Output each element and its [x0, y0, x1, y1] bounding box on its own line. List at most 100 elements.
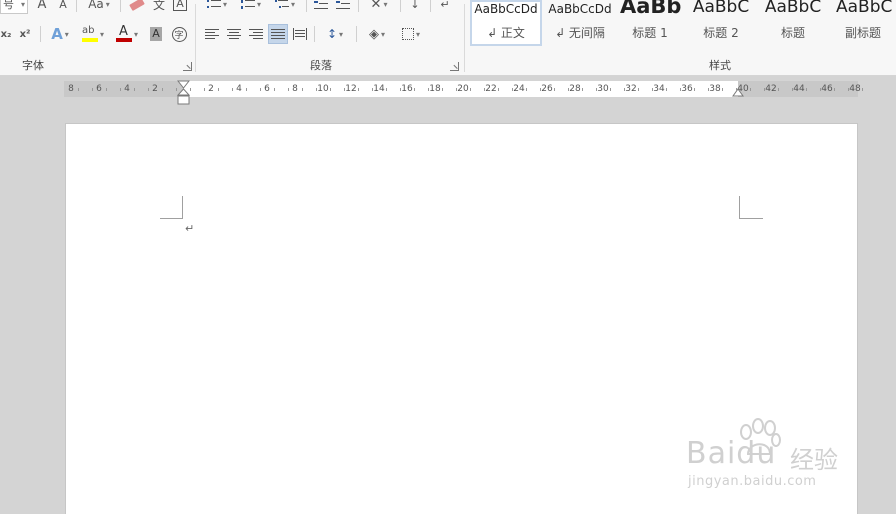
- ruler-tick: [764, 88, 765, 91]
- font-group: 号 ▾ A A Aa 文 A x₂ x² A: [0, 0, 196, 76]
- ruler-tick: [736, 88, 737, 91]
- grow-font-button[interactable]: A: [34, 0, 50, 14]
- char-border-button[interactable]: A: [172, 0, 188, 14]
- margin-corner-top-left: [160, 196, 183, 219]
- font-color-letter: A: [118, 24, 128, 39]
- ruler-tick: [358, 88, 359, 91]
- superscript-button[interactable]: x²: [16, 24, 34, 44]
- ruler-tick: [694, 88, 695, 91]
- justify-button[interactable]: [268, 24, 288, 44]
- multilevel-list-button[interactable]: [270, 0, 300, 14]
- subscript-button[interactable]: x₂: [0, 24, 12, 44]
- style-name: 标题 2: [703, 26, 739, 40]
- align-center-button[interactable]: [224, 24, 244, 44]
- pilcrow-icon: ↵: [440, 0, 450, 11]
- style-subtitle[interactable]: AaBbC 副标题: [830, 0, 896, 46]
- first-line-indent-marker[interactable]: [177, 80, 190, 106]
- font-color-icon: A: [115, 24, 132, 43]
- numbering-icon: [240, 0, 255, 10]
- char-shading-icon: A: [150, 27, 162, 41]
- shading-button[interactable]: ◈: [362, 24, 392, 44]
- font-group-label: 字体: [22, 59, 44, 72]
- highlight-color-bar: [81, 38, 98, 42]
- shrink-font-button[interactable]: A: [56, 0, 70, 14]
- ruler-tick: [862, 88, 863, 91]
- ruler-tick: [638, 88, 639, 91]
- ruler-tick: [470, 88, 471, 91]
- increase-indent-button[interactable]: [334, 0, 352, 14]
- char-border-icon: A: [173, 0, 187, 11]
- paragraph-dialog-launcher-icon[interactable]: [450, 62, 459, 71]
- chevron-down-icon: ▾: [20, 0, 25, 9]
- style-name: 标题: [780, 26, 805, 40]
- ruler-tick: [386, 88, 387, 91]
- divider: [358, 0, 359, 12]
- font-dialog-launcher-icon[interactable]: [183, 62, 192, 71]
- highlight-label: ab: [81, 25, 95, 36]
- line-spacing-button[interactable]: ↕: [320, 24, 350, 44]
- align-right-icon: [249, 28, 263, 40]
- ruler-tick: [498, 88, 499, 91]
- enclose-char-button[interactable]: 字: [170, 24, 188, 44]
- decrease-indent-button[interactable]: [312, 0, 330, 14]
- change-case-button[interactable]: Aa: [84, 0, 114, 14]
- right-indent-marker[interactable]: [732, 88, 744, 98]
- decrease-indent-icon: [314, 0, 328, 10]
- text-effects-button[interactable]: A: [46, 24, 74, 44]
- divider: [306, 0, 307, 12]
- ruler-tick: [134, 88, 135, 91]
- change-case-icon: Aa: [88, 0, 104, 11]
- distributed-icon: [293, 28, 307, 40]
- chinese-layout-button[interactable]: ✕: [364, 0, 394, 14]
- superscript-icon: x²: [19, 28, 31, 40]
- style-sample: AaBbCcDd: [474, 2, 538, 16]
- style-name: ↲ 无间隔: [555, 26, 605, 40]
- highlighter-icon: ab: [81, 25, 98, 43]
- group-divider: [464, 4, 465, 72]
- ruler-tick: [288, 88, 289, 91]
- ruler-tick: [442, 88, 443, 91]
- numbering-button[interactable]: [236, 0, 266, 14]
- clear-formatting-button[interactable]: [128, 0, 146, 14]
- ruler-tick: [400, 88, 401, 91]
- ruler-tick: [260, 88, 261, 91]
- distributed-button[interactable]: [290, 24, 310, 44]
- grow-font-icon: A: [37, 0, 47, 12]
- ruler-tick: [610, 88, 611, 91]
- divider: [430, 0, 431, 12]
- ruler-tick: [176, 88, 177, 91]
- char-shading-button[interactable]: A: [148, 24, 164, 44]
- show-marks-button[interactable]: ↵: [436, 0, 454, 14]
- style-normal[interactable]: AaBbCcDd ↲ 正文: [470, 0, 542, 46]
- style-sample: AaBbC: [836, 0, 893, 17]
- ruler-tick: [666, 88, 667, 91]
- align-left-button[interactable]: [202, 24, 222, 44]
- font-color-bar: [115, 38, 132, 42]
- bullets-button[interactable]: [202, 0, 232, 14]
- multilevel-list-icon: [274, 0, 289, 10]
- style-heading-1[interactable]: AaBb 标题 1: [618, 0, 682, 46]
- font-color-button[interactable]: A: [112, 24, 142, 44]
- divider: [76, 0, 77, 12]
- ruler-tick: [554, 88, 555, 91]
- style-name: 副标题: [844, 26, 881, 40]
- divider: [314, 26, 315, 42]
- ruler-tick: [330, 88, 331, 91]
- highlight-color-button[interactable]: ab: [78, 24, 108, 44]
- ruler-tick: [484, 88, 485, 91]
- sort-button[interactable]: ↓: [406, 0, 424, 14]
- font-size-box[interactable]: 号 ▾: [0, 0, 28, 14]
- ribbon: 号 ▾ A A Aa 文 A x₂ x² A: [0, 0, 896, 76]
- phonetic-guide-button[interactable]: 文: [150, 0, 168, 14]
- style-title[interactable]: AaBbC 标题: [758, 0, 828, 46]
- style-no-spacing[interactable]: AaBbCcDd ↲ 无间隔: [544, 0, 616, 46]
- align-right-button[interactable]: [246, 24, 266, 44]
- ruler-tick: [848, 88, 849, 91]
- ruler-tick: [456, 88, 457, 91]
- style-sample: AaBbC: [764, 0, 822, 17]
- style-heading-2[interactable]: AaBbC 标题 2: [686, 0, 756, 46]
- borders-button[interactable]: [396, 24, 426, 44]
- ruler-tick: [246, 88, 247, 91]
- align-center-icon: [227, 28, 241, 40]
- ruler-tick: [680, 88, 681, 91]
